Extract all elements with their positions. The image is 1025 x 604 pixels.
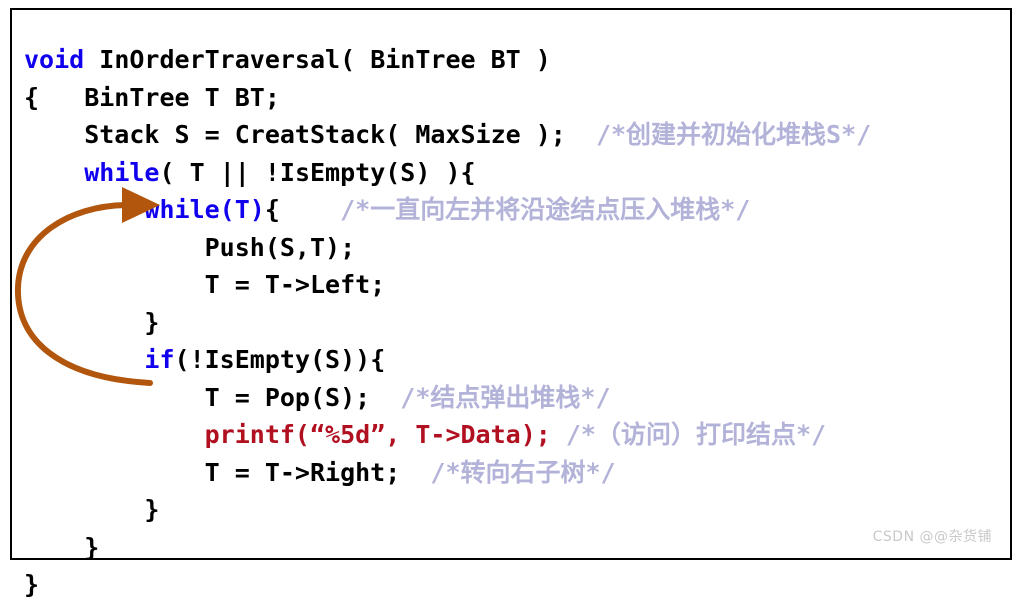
code-token: { [264, 195, 341, 224]
code-line: while( T || !IsEmpty(S) ){ [24, 154, 1014, 192]
code-token: /*结点弹出堆栈*/ [400, 382, 611, 412]
code-token: } [24, 495, 160, 524]
code-line: } [24, 491, 1014, 529]
code-token: /*创建并初始化堆栈S*/ [595, 120, 872, 149]
code-line: } [24, 566, 1014, 604]
code-line: } [24, 529, 1014, 567]
code-token: } [24, 570, 40, 599]
code-token: void [24, 45, 85, 74]
code-line: T = T->Right; /*转向右子树*/ [24, 454, 1014, 492]
code-token: /*（访问）打印结点*/ [565, 420, 827, 449]
slide-canvas: void InOrderTraversal( BinTree BT ){ Bin… [0, 0, 1025, 599]
code-token: } [24, 307, 160, 337]
code-token: T = Pop(S); [24, 382, 401, 412]
code-frame: void InOrderTraversal( BinTree BT ){ Bin… [10, 8, 1012, 599]
code-token: { BinTree T BT; [24, 82, 280, 112]
code-line: printf(“%5d”, T->Data); /*（访问）打印结点*/ [24, 416, 1014, 454]
code-block: void InOrderTraversal( BinTree BT ){ Bin… [24, 41, 1014, 604]
code-token: Push(S,T); [24, 232, 356, 262]
csdn-watermark: CSDN @@杂货铺 [872, 529, 992, 545]
code-line: T = T->Left; [24, 266, 1014, 304]
code-line: { BinTree T BT; [24, 79, 1014, 117]
code-line: Stack S = CreatStack( MaxSize ); /*创建并初始… [24, 116, 1014, 154]
code-token: printf(“%5d”, T->Data); [204, 420, 551, 449]
code-line: } [24, 304, 1014, 342]
code-line: while(T){ /*一直向左并将沿途结点压入堆栈*/ [24, 191, 1014, 229]
code-token: InOrderTraversal( BinTree BT ) [84, 45, 551, 74]
code-token: Stack S = CreatStack( MaxSize ); [24, 120, 596, 149]
code-line: T = Pop(S); /*结点弹出堆栈*/ [24, 379, 1014, 417]
code-token: } [24, 532, 100, 562]
code-token: if [144, 345, 175, 374]
code-token: while [84, 157, 160, 187]
code-token: /*一直向左并将沿途结点压入堆栈*/ [340, 195, 751, 224]
code-line: void InOrderTraversal( BinTree BT ) [24, 41, 1014, 79]
code-line: if(!IsEmpty(S)){ [24, 341, 1014, 379]
code-token: /*转向右子树*/ [430, 457, 616, 487]
code-token: T = T->Right; [24, 457, 431, 487]
code-token: (!IsEmpty(S)){ [174, 345, 386, 374]
code-token: T = T->Left; [24, 270, 386, 299]
code-line: Push(S,T); [24, 229, 1014, 267]
code-token: while(T) [144, 195, 265, 224]
code-token: ( T || !IsEmpty(S) ){ [159, 157, 476, 187]
